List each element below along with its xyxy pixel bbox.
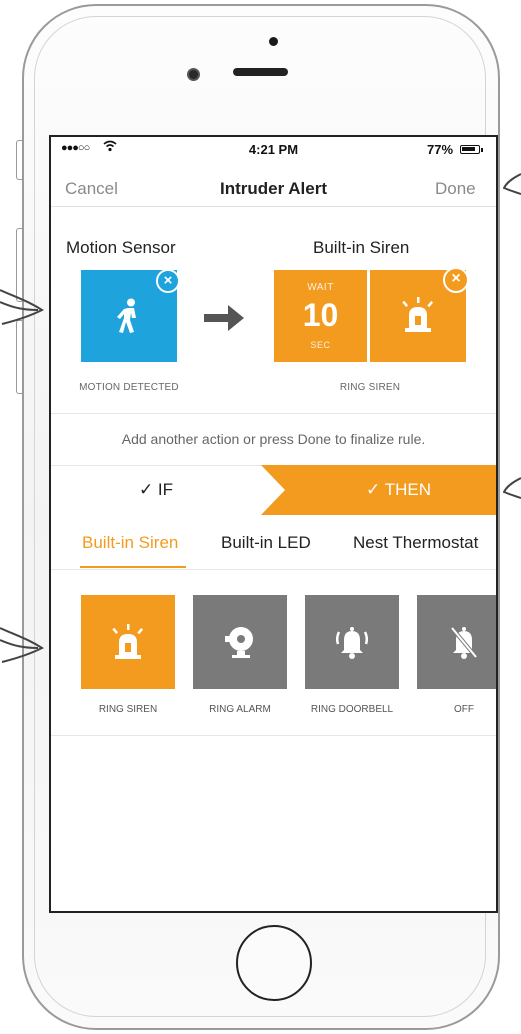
annotation-arrow-right-1 [503,173,521,195]
action-option-off[interactable] [417,595,496,689]
walking-person-icon [117,298,136,333]
front-camera [187,68,200,81]
remove-trigger-button[interactable]: × [156,269,180,293]
earpiece-speaker [233,68,288,76]
battery-tip [481,148,483,152]
wait-label: WAIT [307,282,334,293]
annotation-arrow-right-2 [503,477,521,499]
hint-text: Add another action or press Done to fina… [121,431,426,447]
annotation-arrow-left-1 [0,289,44,325]
proximity-sensor [269,37,278,46]
device-tabs: Built-in Siren Built-in LED Nest Thermos… [51,515,496,569]
divider [51,569,496,570]
step-if[interactable]: ✓ IF [51,465,261,515]
remove-action-button[interactable]: × [443,267,469,293]
annotation-arrow-left-2 [0,627,44,663]
step-indicator: ✓ IF ✓ THEN [51,465,496,515]
divider [51,413,496,414]
action-option-label: OFF [454,704,474,715]
battery-percentage: 77% [427,142,454,157]
step-then-label: ✓ THEN [366,480,431,499]
divider [51,735,496,736]
page-title: Intruder Alert [219,179,328,198]
action-option-ring-alarm[interactable] [193,595,287,689]
action-option-label: RING SIREN [98,704,158,715]
siren-icon [402,297,434,332]
wait-delay-tile[interactable]: WAIT 10 SEC [274,270,367,362]
done-button[interactable]: Done [435,179,476,199]
action-option-label: RING DOORBELL [310,704,394,715]
ringing-bell-icon [335,627,369,659]
divider [51,206,496,207]
mute-switch [16,140,23,180]
tab-built-in-siren[interactable]: Built-in Siren [82,533,178,553]
arrow-right-icon [204,305,244,331]
action-option-ring-siren[interactable] [81,595,175,689]
alarm-bell-icon [225,627,253,658]
action-caption: RING SIREN [339,382,401,393]
action-option-ring-doorbell[interactable] [305,595,399,689]
screen: ●●●○○ 4:21 PM 77% Cancel Intruder Alert … [49,135,498,913]
tab-nest-thermostat[interactable]: Nest Thermostat [353,533,478,553]
trigger-caption: MOTION DETECTED [79,382,179,393]
navigation-bar: Cancel Intruder Alert Done [51,161,496,205]
siren-icon [112,624,144,659]
wait-unit: SEC [310,340,331,350]
action-option-label: RING ALARM [209,704,271,715]
trigger-device-name: Motion Sensor [66,238,176,257]
volume-down-button [16,320,23,394]
tab-built-in-led[interactable]: Built-in LED [221,533,311,553]
battery-icon [460,145,480,154]
wait-value: 10 [302,297,339,333]
action-device-name: Built-in Siren [313,238,410,257]
bell-off-icon [450,626,478,659]
active-tab-indicator [80,566,186,568]
step-then[interactable]: ✓ THEN [261,465,496,515]
home-button[interactable] [236,925,312,1001]
status-bar: ●●●○○ 4:21 PM 77% [51,137,496,161]
